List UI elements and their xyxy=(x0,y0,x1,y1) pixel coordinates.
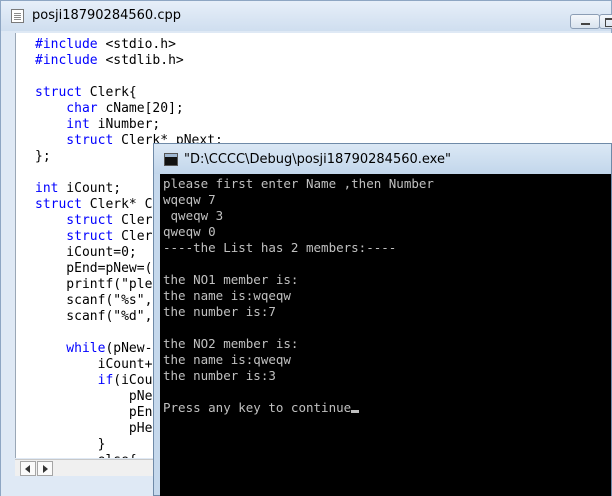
code-keyword: #include xyxy=(35,37,98,52)
scroll-left-button[interactable] xyxy=(20,461,36,476)
horizontal-scrollbar[interactable] xyxy=(15,459,155,476)
console-line-text: the NO1 member is: xyxy=(163,272,299,287)
console-line: the name is:qweqw xyxy=(163,352,434,368)
code-keyword: int xyxy=(35,117,90,132)
console-output: please first enter Name ,then Number wqeq… xyxy=(163,176,434,416)
code-text: else{ xyxy=(35,453,137,458)
code-keyword: struct xyxy=(35,229,114,244)
console-line-text: qweqw 3 xyxy=(163,208,224,223)
console-line: the number is:7 xyxy=(163,304,434,320)
console-line: the name is:wqeqw xyxy=(163,288,434,304)
code-text: <stdio.h> xyxy=(97,37,176,52)
code-line: char cName[20]; xyxy=(35,101,223,117)
code-text: (pNew- xyxy=(105,341,153,356)
console-line: the NO2 member is: xyxy=(163,336,434,352)
code-text: <stdlib.h> xyxy=(97,53,184,68)
code-text: scanf("%d", xyxy=(35,309,153,324)
console-line-text: the name is:wqeqw xyxy=(163,288,291,303)
code-keyword: struct xyxy=(35,133,114,148)
code-text: iCount+ xyxy=(35,357,153,372)
console-output-area[interactable]: please first enter Name ,then Number wqeq… xyxy=(160,174,611,496)
code-line: #include <stdlib.h> xyxy=(35,53,223,69)
console-line-text: the number is:3 xyxy=(163,368,276,383)
editor-title: posji18790284560.cpp xyxy=(32,8,181,23)
code-keyword: while xyxy=(35,341,106,356)
console-line: the NO1 member is: xyxy=(163,272,434,288)
code-text: pEnd=pNew=( xyxy=(35,261,153,276)
console-line-text: qweqw 0 xyxy=(163,224,216,239)
console-window-icon xyxy=(164,153,178,166)
code-keyword: struct xyxy=(35,85,82,100)
text-cursor xyxy=(351,410,360,413)
code-text: }; xyxy=(35,149,51,164)
code-text: pHe xyxy=(35,421,153,436)
cpp-file-icon xyxy=(11,9,24,23)
console-window[interactable]: "D:\CCCC\Debug\posji18790284560.exe" ple… xyxy=(153,143,612,496)
code-text: Clerk* C xyxy=(81,197,153,212)
minimize-button[interactable] xyxy=(570,14,600,29)
console-line: please first enter Name ,then Number xyxy=(163,176,434,192)
code-text: (iCou xyxy=(113,373,153,388)
console-line-text: wqeqw 7 xyxy=(163,192,216,207)
console-line: Press any key to continue xyxy=(163,400,434,416)
editor-titlebar[interactable]: posji18790284560.cpp xyxy=(1,1,612,31)
code-text: scanf("%s", xyxy=(35,293,153,308)
code-text: Cler xyxy=(113,213,153,228)
console-title: "D:\CCCC\Debug\posji18790284560.exe" xyxy=(184,152,451,167)
console-line: qweqw 3 xyxy=(163,208,434,224)
console-line-text: please first enter Name ,then Number xyxy=(163,176,434,191)
scroll-right-button[interactable] xyxy=(37,461,53,476)
code-line: int iNumber; xyxy=(35,117,223,133)
code-keyword: struct xyxy=(35,213,114,228)
console-line-text: Press any key to continue xyxy=(163,400,352,415)
code-keyword: int xyxy=(35,181,59,196)
code-keyword: if xyxy=(35,373,114,388)
console-line: qweqw 0 xyxy=(163,224,434,240)
maximize-button[interactable] xyxy=(599,14,612,29)
console-line: ----the List has 2 members:---- xyxy=(163,240,434,256)
console-line-text: the name is:qweqw xyxy=(163,352,291,367)
code-text: Cler xyxy=(113,229,153,244)
console-line-text: ----the List has 2 members:---- xyxy=(163,240,397,255)
code-text: printf("ple xyxy=(35,277,153,292)
code-text: iCount=0; xyxy=(35,245,137,260)
code-text: } xyxy=(35,437,106,452)
console-line-text: the NO2 member is: xyxy=(163,336,299,351)
code-line: #include <stdio.h> xyxy=(35,37,223,53)
code-line: struct Clerk{ xyxy=(35,85,223,101)
console-line: wqeqw 7 xyxy=(163,192,434,208)
console-titlebar[interactable]: "D:\CCCC\Debug\posji18790284560.exe" xyxy=(154,144,611,174)
code-keyword: char xyxy=(35,101,98,116)
code-text: cName[20]; xyxy=(97,101,184,116)
console-line-text: the number is:7 xyxy=(163,304,276,319)
code-keyword: #include xyxy=(35,53,98,68)
code-text: pEn xyxy=(35,405,153,420)
code-text: iNumber; xyxy=(89,117,161,132)
console-line: the number is:3 xyxy=(163,368,434,384)
code-keyword: struct xyxy=(35,197,82,212)
code-text: Clerk{ xyxy=(81,85,137,100)
code-text: iCount; xyxy=(58,181,122,196)
code-text: pNe xyxy=(35,389,153,404)
